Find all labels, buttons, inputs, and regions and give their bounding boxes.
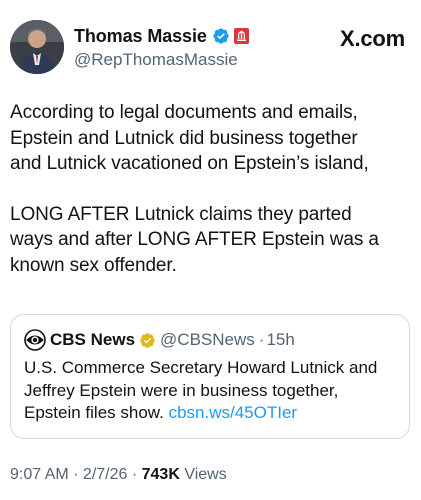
government-affiliation-icon	[233, 28, 249, 44]
avatar[interactable]	[10, 20, 64, 74]
verified-badge-icon	[212, 27, 230, 45]
views-count: 743K	[141, 466, 180, 483]
quoted-author-handle[interactable]: @CBSNews	[160, 330, 255, 350]
quoted-time[interactable]: 15h	[266, 330, 294, 350]
author-name-row: Thomas Massie	[74, 24, 249, 48]
quoted-tweet-header: CBS News @CBSNews · 15h	[24, 329, 395, 351]
quoted-tweet-body: U.S. Commerce Secretary Howard Lutnick a…	[24, 357, 395, 425]
views-label: Views	[179, 466, 227, 483]
quoted-tweet-card[interactable]: CBS News @CBSNews · 15h U.S. Commerce Se…	[10, 314, 410, 439]
gold-verified-badge-icon	[139, 332, 156, 349]
site-label: X.com	[339, 26, 405, 51]
tweet-header: Thomas Massie @RepThomasMassie X.com	[10, 18, 411, 76]
tweet-paragraph-1: According to legal documents and emails,…	[10, 102, 369, 174]
tweet-paragraph-2: LONG AFTER Lutnick claims they parted wa…	[10, 203, 379, 276]
meta-separator-2: ·	[127, 466, 142, 483]
author-handle[interactable]: @RepThomasMassie	[74, 50, 249, 70]
tweet-time[interactable]: 9:07 AM	[10, 466, 69, 483]
tweet-screenshot: Thomas Massie @RepThomasMassie X.com Acc…	[0, 0, 421, 500]
quoted-separator: ·	[258, 330, 265, 349]
author-display-name[interactable]: Thomas Massie	[74, 26, 207, 47]
quoted-link[interactable]: cbsn.ws/45OTIer	[169, 403, 298, 422]
tweet-body: According to legal documents and emails,…	[10, 100, 410, 278]
quoted-author-name[interactable]: CBS News	[50, 330, 135, 350]
meta-separator-1: ·	[68, 466, 83, 483]
tweet-meta: 9:07 AM · 2/7/26 · 743K Views	[10, 466, 227, 484]
cbs-eye-logo-icon	[24, 329, 46, 351]
author-block: Thomas Massie @RepThomasMassie	[74, 24, 249, 70]
tweet-date[interactable]: 2/7/26	[83, 466, 127, 483]
